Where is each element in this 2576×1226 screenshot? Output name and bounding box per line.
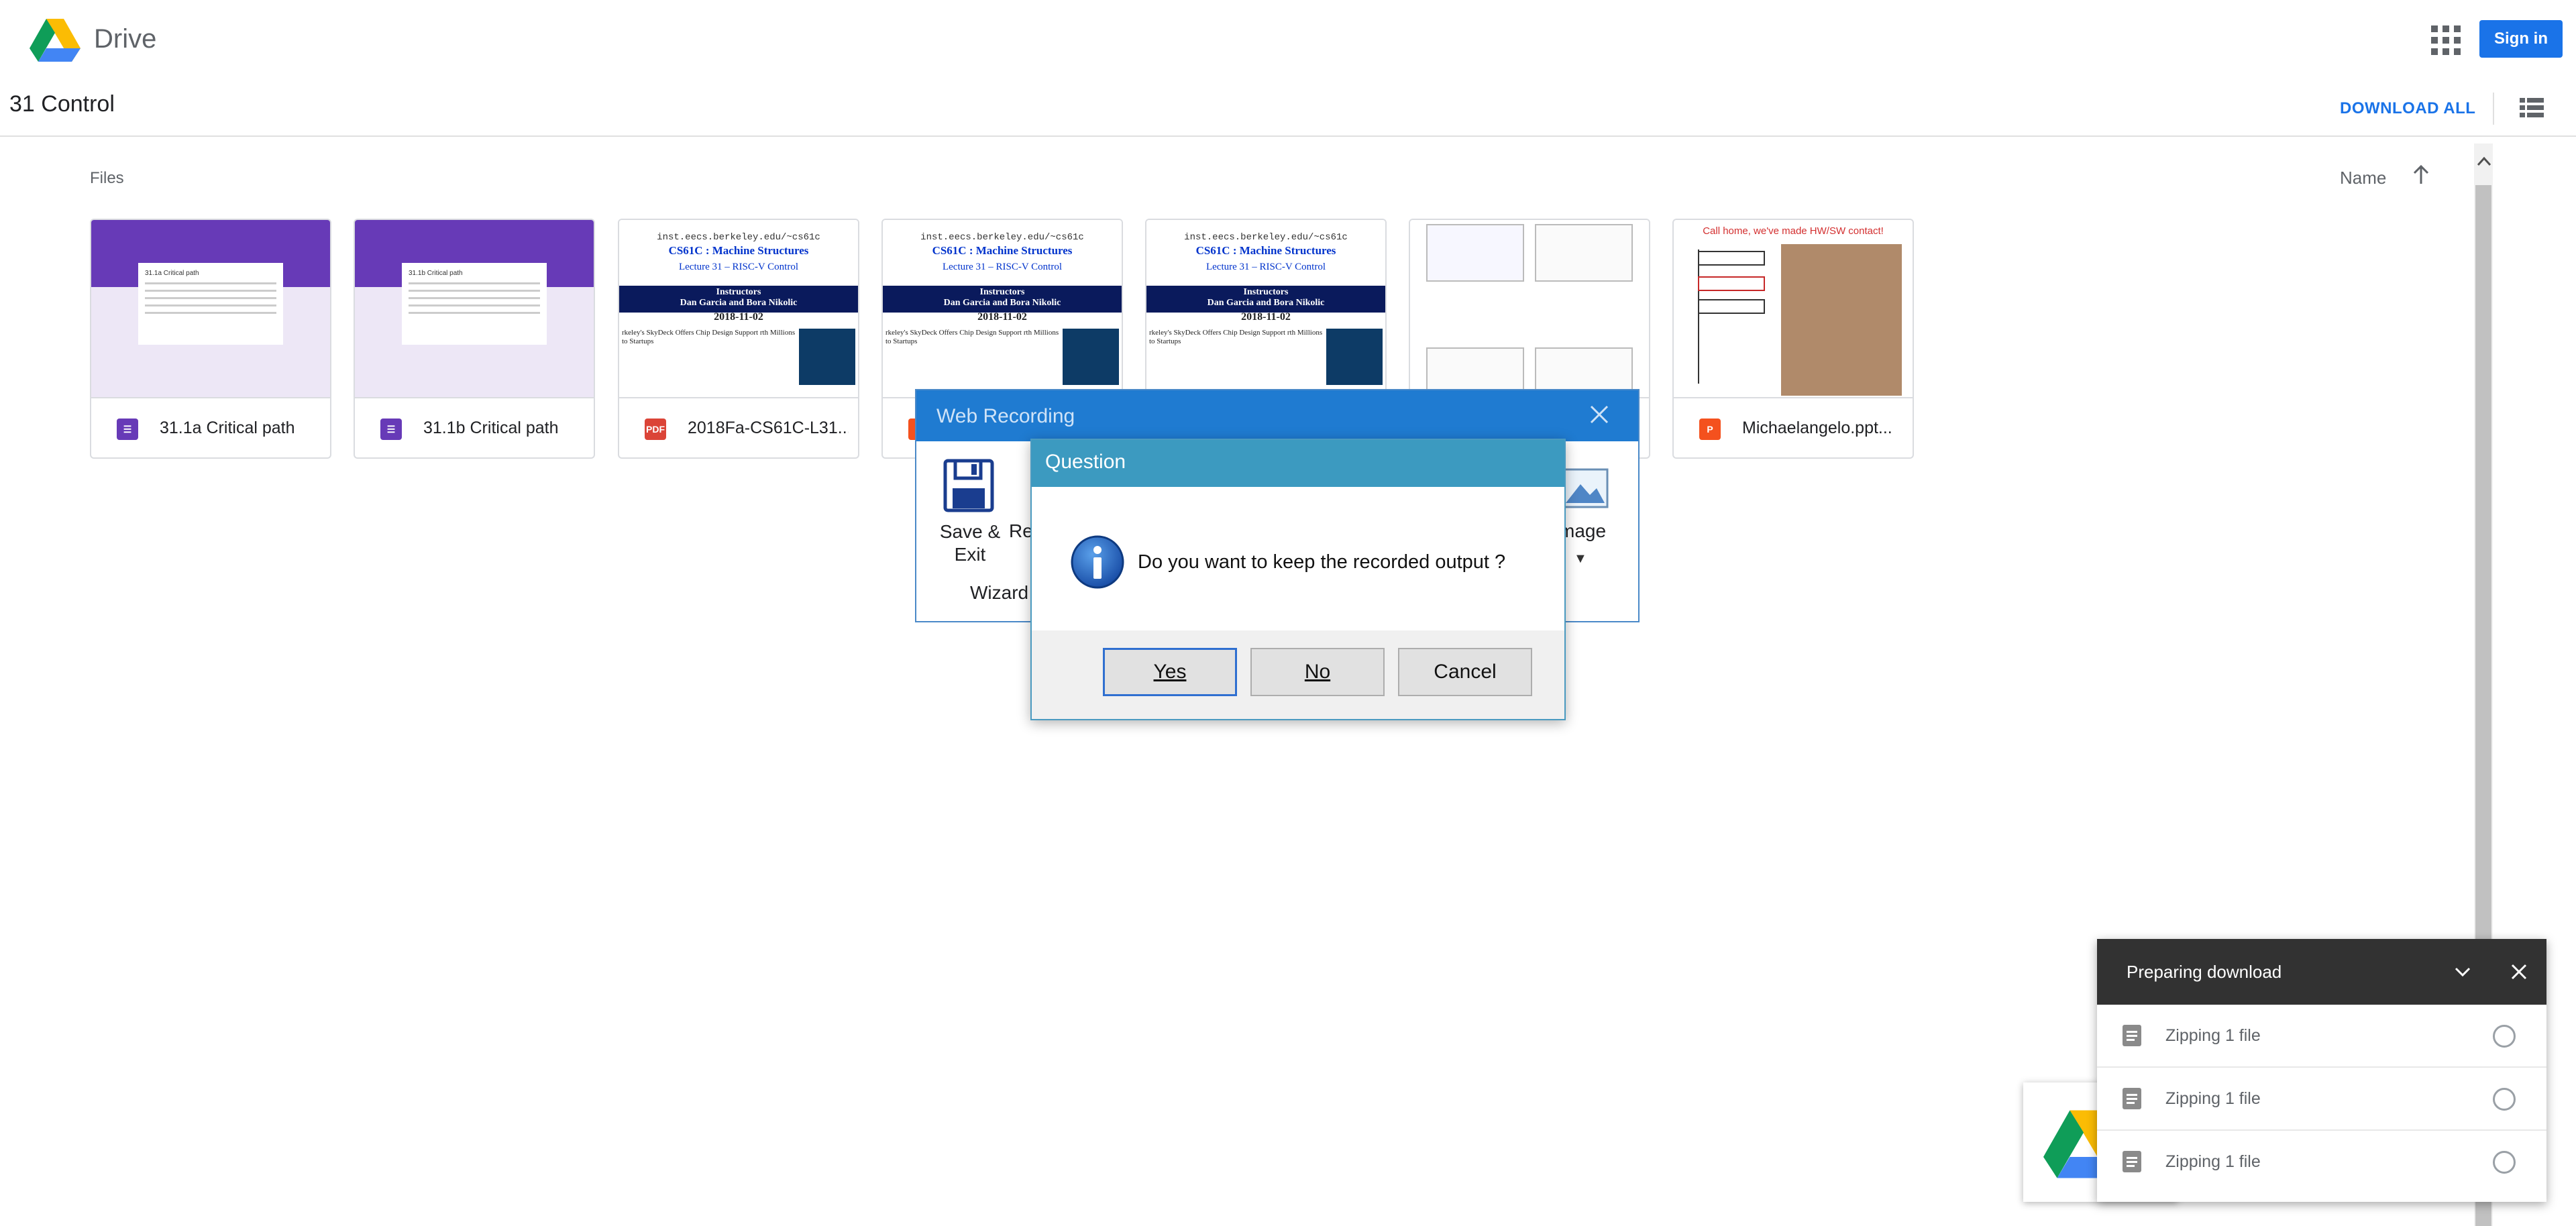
file-name: 2018Fa-CS61C-L31... bbox=[688, 419, 849, 437]
download-panel-header: Preparing download bbox=[2097, 939, 2546, 1005]
file-card[interactable]: Call home, we've made HW/SW contact! P M… bbox=[1672, 219, 1914, 459]
sign-in-button[interactable]: Sign in bbox=[2479, 20, 2563, 58]
file-thumbnail: inst.eecs.berkeley.edu/~cs61c CS61C : Ma… bbox=[619, 220, 858, 398]
image-icon[interactable] bbox=[1560, 468, 1609, 508]
download-row: Zipping 1 file bbox=[2097, 1131, 2546, 1194]
document-icon bbox=[2123, 1088, 2141, 1109]
scroll-up-icon[interactable] bbox=[2475, 153, 2493, 169]
image-button[interactable]: mage bbox=[1559, 520, 1606, 542]
form-icon: ☰ bbox=[380, 419, 402, 440]
chevron-down-icon[interactable] bbox=[2451, 960, 2474, 983]
progress-spinner-icon bbox=[2493, 1088, 2516, 1111]
download-panel: Preparing download Zipping 1 file Zippin… bbox=[2097, 939, 2546, 1202]
pdf-icon: PDF bbox=[645, 419, 666, 440]
progress-spinner-icon bbox=[2493, 1151, 2516, 1174]
thumbnail-title: Call home, we've made HW/SW contact! bbox=[1703, 225, 1884, 237]
pptx-icon: P bbox=[1699, 419, 1721, 440]
file-thumbnail: Call home, we've made HW/SW contact! bbox=[1674, 220, 1913, 398]
file-thumbnail: 31.1a Critical path bbox=[91, 220, 330, 398]
apps-grid-icon[interactable] bbox=[2431, 25, 2461, 55]
save-icon[interactable] bbox=[943, 459, 994, 512]
document-icon bbox=[2123, 1151, 2141, 1172]
chevron-down-icon[interactable]: ▼ bbox=[1574, 551, 1587, 567]
files-section-label: Files bbox=[90, 169, 124, 187]
file-thumbnail bbox=[1410, 220, 1649, 398]
file-thumbnail: 31.1b Critical path bbox=[355, 220, 594, 398]
yes-button[interactable]: Yes bbox=[1103, 648, 1237, 696]
file-name: 31.1b Critical path bbox=[423, 419, 559, 437]
no-button[interactable]: No bbox=[1250, 648, 1385, 696]
file-card[interactable]: 31.1b Critical path ☰ 31.1b Critical pat… bbox=[354, 219, 595, 459]
app-header: Drive Sign in bbox=[0, 0, 2576, 80]
thumbnail-title: 31.1b Critical path bbox=[409, 270, 463, 277]
file-card[interactable]: 31.1a Critical path ☰ 31.1a Critical pat… bbox=[90, 219, 331, 459]
web-recording-title: Web Recording bbox=[936, 405, 1075, 427]
info-icon bbox=[1071, 535, 1124, 589]
document-icon bbox=[2123, 1025, 2141, 1046]
thumbnail-title: 31.1a Critical path bbox=[145, 270, 199, 277]
web-recording-titlebar[interactable]: Web Recording bbox=[916, 390, 1638, 441]
file-name: Michaelangelo.ppt... bbox=[1742, 419, 1892, 437]
question-dialog: Question Do you want to keep the recorde… bbox=[1030, 439, 1566, 720]
drive-logo-icon[interactable] bbox=[30, 19, 80, 62]
divider bbox=[2493, 93, 2494, 125]
download-row-label: Zipping 1 file bbox=[2165, 1152, 2261, 1171]
download-panel-title: Preparing download bbox=[2127, 962, 2282, 982]
sort-by-name-button[interactable]: Name bbox=[2340, 168, 2386, 188]
wizard-group-label: Wizard bbox=[970, 582, 1029, 603]
file-thumbnail: inst.eecs.berkeley.edu/~cs61c CS61C : Ma… bbox=[883, 220, 1122, 398]
question-dialog-title: Question bbox=[1045, 451, 1126, 473]
brand-name[interactable]: Drive bbox=[94, 24, 156, 54]
download-row: Zipping 1 file bbox=[2097, 1005, 2546, 1068]
folder-titlebar: 31 Control DOWNLOAD ALL bbox=[0, 80, 2576, 137]
progress-spinner-icon bbox=[2493, 1025, 2516, 1048]
download-all-button[interactable]: DOWNLOAD ALL bbox=[2340, 99, 2475, 118]
file-name: 31.1a Critical path bbox=[160, 419, 295, 437]
file-card[interactable]: inst.eecs.berkeley.edu/~cs61c CS61C : Ma… bbox=[618, 219, 859, 459]
save-exit-button[interactable]: Save & Exit bbox=[932, 520, 1008, 566]
arrow-up-icon[interactable] bbox=[2411, 164, 2431, 186]
download-row-label: Zipping 1 file bbox=[2165, 1089, 2261, 1108]
close-icon[interactable] bbox=[1587, 402, 1611, 427]
download-row: Zipping 1 file bbox=[2097, 1068, 2546, 1131]
re-button[interactable]: Re bbox=[1009, 520, 1033, 542]
question-dialog-body: Do you want to keep the recorded output … bbox=[1032, 487, 1564, 630]
cancel-button[interactable]: Cancel bbox=[1398, 648, 1532, 696]
question-dialog-titlebar[interactable]: Question bbox=[1032, 440, 1564, 487]
list-view-icon[interactable] bbox=[2520, 98, 2544, 118]
download-row-label: Zipping 1 file bbox=[2165, 1026, 2261, 1045]
question-message: Do you want to keep the recorded output … bbox=[1138, 551, 1506, 573]
file-thumbnail: inst.eecs.berkeley.edu/~cs61c CS61C : Ma… bbox=[1146, 220, 1385, 398]
form-icon: ☰ bbox=[117, 419, 138, 440]
page-title: 31 Control bbox=[9, 91, 115, 117]
close-icon[interactable] bbox=[2508, 960, 2530, 983]
